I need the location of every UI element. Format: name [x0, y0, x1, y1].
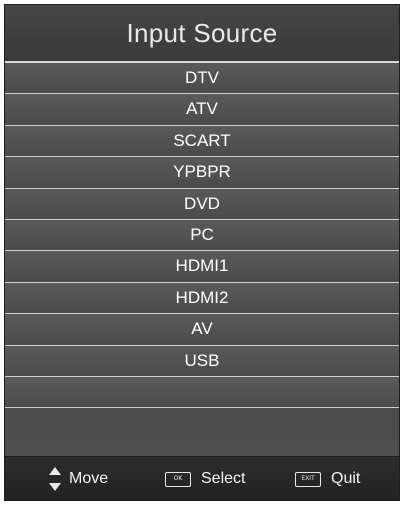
ok-key-icon: OK [165, 471, 191, 487]
up-down-arrows-icon [49, 464, 61, 494]
menu-title: Input Source [5, 5, 399, 63]
source-item-usb[interactable]: USB [5, 345, 399, 377]
empty-source-slot [5, 376, 399, 409]
quit-hint: EXIT Quit [295, 457, 361, 500]
source-item-scart[interactable]: SCART [5, 125, 399, 158]
source-item-atv[interactable]: ATV [5, 94, 399, 126]
select-hint: OK Select [165, 457, 246, 500]
source-list: DTV ATV SCART YPBPR DVD PC HDMI1 HDMI2 A… [5, 63, 399, 409]
source-item-hdmi1[interactable]: HDMI1 [5, 251, 399, 283]
input-source-menu: Input Source DTV ATV SCART YPBPR DVD PC … [4, 4, 400, 501]
source-item-av[interactable]: AV [5, 314, 399, 346]
move-hint-label: Move [69, 470, 109, 487]
footer-hint-bar: Move OK Select EXIT Quit [5, 456, 399, 500]
select-hint-label: Select [201, 470, 246, 487]
empty-list-area [5, 408, 399, 441]
source-item-dvd[interactable]: DVD [5, 188, 399, 220]
move-hint: Move [49, 457, 109, 500]
source-item-pc[interactable]: PC [5, 219, 399, 252]
quit-hint-label: Quit [331, 470, 361, 487]
source-item-dtv[interactable]: DTV [5, 63, 399, 95]
exit-key-icon: EXIT [295, 471, 321, 487]
source-item-hdmi2[interactable]: HDMI2 [5, 282, 399, 315]
source-item-ypbpr[interactable]: YPBPR [5, 157, 399, 189]
